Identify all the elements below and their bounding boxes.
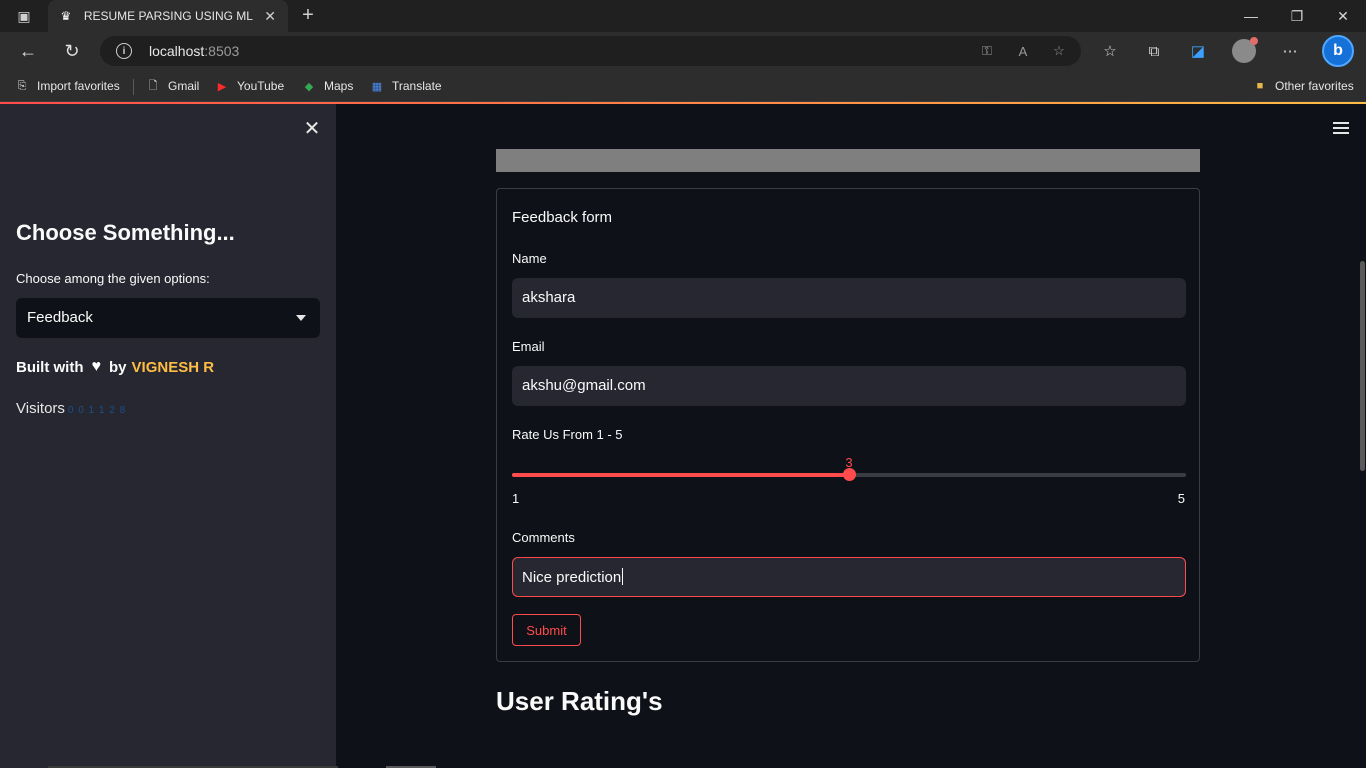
slider-min: 1 xyxy=(512,491,520,506)
more-options-icon[interactable]: ⋯ xyxy=(1279,40,1301,62)
folder-icon: ■ xyxy=(1256,80,1264,92)
bookmark-other-favorites[interactable]: ■ Other favorites xyxy=(1252,76,1354,96)
comments-field[interactable]: Nice prediction xyxy=(512,557,1186,597)
name-field[interactable]: akshara xyxy=(512,278,1186,318)
back-icon[interactable]: ← xyxy=(14,38,42,64)
site-info-icon[interactable]: i xyxy=(116,43,132,59)
maps-icon: ◆ xyxy=(304,80,314,93)
by-text: by xyxy=(109,358,127,376)
select-value: Feedback xyxy=(27,309,93,326)
visitors-label: Visitors xyxy=(16,400,65,417)
address-toolbar: ← ↻ i localhost:8503 ⚿ A ☆ ☆ ⧉ ◪ ⋯ b xyxy=(0,32,1366,70)
gray-banner xyxy=(496,149,1200,172)
key-icon[interactable]: ⚿ xyxy=(978,42,996,60)
name-value: akshara xyxy=(522,289,576,306)
form-title: Feedback form xyxy=(512,209,613,226)
refresh-icon[interactable]: ↻ xyxy=(58,38,86,64)
bookmark-label: Maps xyxy=(324,79,354,93)
import-icon: ⎘ xyxy=(17,79,27,92)
window-close-icon[interactable]: ✕ xyxy=(1320,0,1366,32)
bookmark-label: Import favorites xyxy=(37,79,120,93)
comments-text: Nice prediction xyxy=(522,568,624,586)
browser-tab[interactable]: ♛ RESUME PARSING USING ML AN ✕ xyxy=(48,0,288,32)
bookmark-translate[interactable]: ▦ Translate xyxy=(369,76,442,96)
email-field[interactable]: akshu@gmail.com xyxy=(512,366,1186,406)
select-label: Choose among the given options: xyxy=(16,271,210,286)
feedback-form: Feedback form Name akshara Email akshu@g… xyxy=(496,188,1200,662)
slider-thumb[interactable] xyxy=(843,468,856,481)
bookmarks-bar: ⎘ Import favorites 🗋 Gmail ▶ YouTube ◆ M… xyxy=(0,70,1366,102)
tab-title: RESUME PARSING USING ML AN xyxy=(83,9,255,23)
profile-avatar-icon[interactable] xyxy=(1232,37,1258,63)
author-name: VIGNESH R xyxy=(131,358,215,376)
comments-label: Comments xyxy=(512,530,575,545)
favorites-icon[interactable]: ☆ xyxy=(1099,40,1121,62)
bing-copilot-icon[interactable]: b xyxy=(1322,35,1354,67)
name-label: Name xyxy=(512,251,547,266)
slider-max: 5 xyxy=(1177,491,1185,506)
hamburger-menu-icon[interactable] xyxy=(1333,122,1349,134)
built-with-text: Built with xyxy=(16,358,84,376)
rating-slider[interactable]: 3 xyxy=(512,455,1186,481)
read-aloud-icon[interactable]: A xyxy=(1014,42,1032,60)
sidebar-heading: Choose Something... xyxy=(16,220,235,245)
ratings-heading: User Rating's xyxy=(496,686,663,716)
url-text: localhost:8503 xyxy=(149,43,240,59)
tab-close-icon[interactable]: ✕ xyxy=(262,8,278,25)
tab-actions-icon[interactable]: ▣ xyxy=(8,6,40,26)
add-favorite-icon[interactable]: ☆ xyxy=(1050,42,1068,60)
bookmark-maps[interactable]: ◆ Maps xyxy=(301,76,354,96)
email-label: Email xyxy=(512,339,545,354)
rating-label: Rate Us From 1 - 5 xyxy=(512,427,623,442)
bookmark-gmail[interactable]: 🗋 Gmail xyxy=(145,76,200,96)
bookmark-label: Translate xyxy=(392,79,442,93)
heart-icon: ♥ xyxy=(91,358,102,375)
collections-icon[interactable]: ⧉ xyxy=(1143,40,1165,62)
sidebar: ✕ Choose Something... Choose among the g… xyxy=(0,104,336,768)
minimize-icon[interactable]: — xyxy=(1228,0,1274,32)
bookmark-import-favorites[interactable]: ⎘ Import favorites xyxy=(14,76,120,96)
restore-icon[interactable]: ❐ xyxy=(1274,0,1320,32)
bookmark-label: Other favorites xyxy=(1275,79,1354,93)
option-select[interactable]: Feedback xyxy=(16,298,320,338)
slider-fill xyxy=(512,473,849,477)
vertical-scrollbar[interactable] xyxy=(1360,261,1365,471)
visitor-count: 0 0 1 1 2 8 xyxy=(67,405,127,416)
browser-tab-bar: ▣ ♛ RESUME PARSING USING ML AN ✕ + — ❐ ✕ xyxy=(0,0,1366,32)
sidebar-close-icon[interactable]: ✕ xyxy=(302,119,322,140)
bookmark-youtube[interactable]: ▶ YouTube xyxy=(214,76,284,96)
submit-button[interactable]: Submit xyxy=(512,614,581,646)
built-with-credit: Built with ♥ by VIGNESH R xyxy=(16,358,214,376)
browser-essentials-icon[interactable]: ◪ xyxy=(1187,40,1209,62)
streamlit-favicon-icon: ♛ xyxy=(60,9,72,23)
bookmark-separator xyxy=(133,79,134,95)
new-tab-icon[interactable]: + xyxy=(296,4,320,28)
main-content: Feedback form Name akshara Email akshu@g… xyxy=(336,104,1366,768)
bookmark-label: YouTube xyxy=(237,79,285,93)
visitor-counter: Visitors 0 0 1 1 2 8 xyxy=(16,400,126,417)
youtube-icon: ▶ xyxy=(217,80,227,93)
email-value: akshu@gmail.com xyxy=(522,377,646,394)
bookmark-label: Gmail xyxy=(168,79,200,93)
address-bar[interactable]: i localhost:8503 ⚿ A ☆ xyxy=(100,36,1081,66)
translate-icon: ▦ xyxy=(371,80,383,93)
page-icon: 🗋 xyxy=(148,79,158,92)
chevron-down-icon xyxy=(296,315,306,321)
